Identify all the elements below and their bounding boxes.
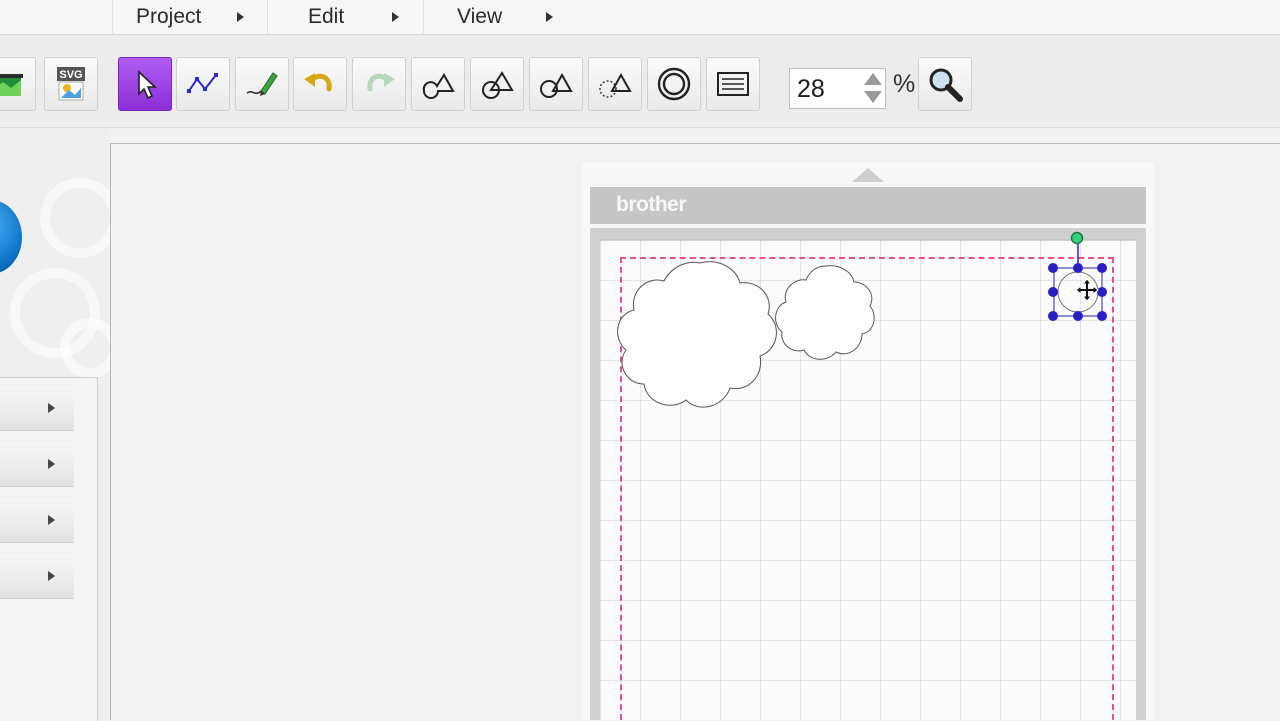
flower-shape-large[interactable] <box>617 261 777 408</box>
rotate-handle[interactable] <box>1070 231 1084 245</box>
flower-shape-small[interactable] <box>775 265 875 360</box>
resize-handles[interactable] <box>1048 263 1107 321</box>
mat-shapes <box>600 231 1136 408</box>
selected-shape[interactable] <box>1053 240 1103 317</box>
move-cursor-icon <box>1075 278 1099 302</box>
